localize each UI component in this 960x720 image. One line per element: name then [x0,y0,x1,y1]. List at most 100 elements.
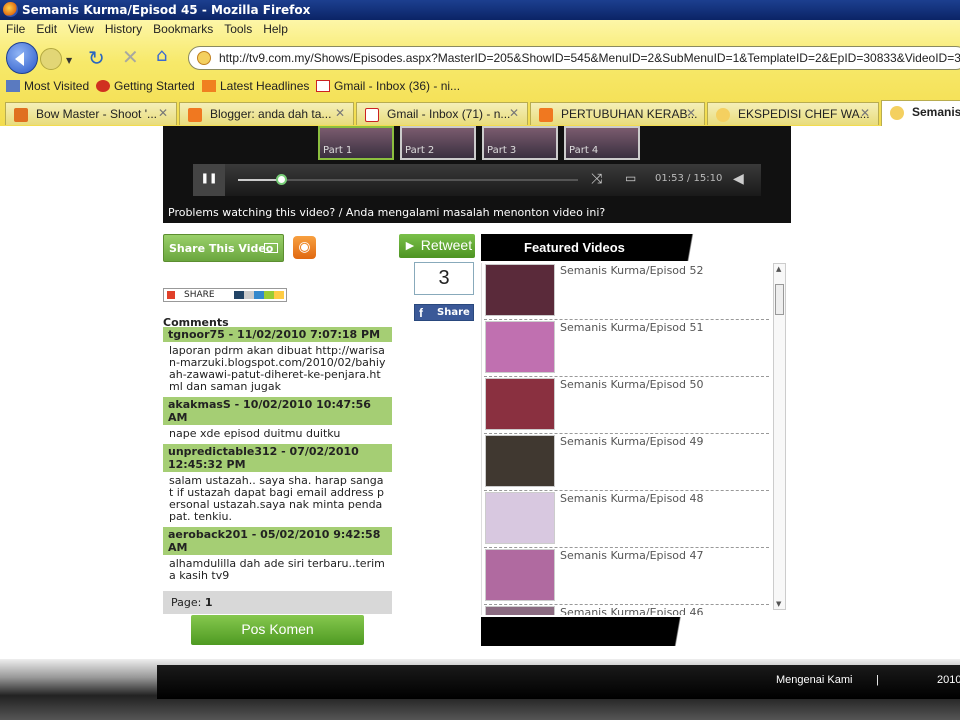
addthis-share-button[interactable]: SHARE [163,288,287,302]
close-tab-icon[interactable]: ✕ [509,106,519,120]
scroll-down-icon[interactable]: ▼ [776,600,781,608]
comment-header: tgnoor75 - 11/02/2010 7:07:18 PM [163,327,392,342]
envelope-icon [264,243,278,253]
back-button[interactable] [6,42,38,74]
close-tab-icon[interactable]: ✕ [158,106,168,120]
comment-header: aeroback201 - 05/02/2010 9:42:58 AM [163,527,392,555]
footer-separator: | [876,674,879,686]
featured-video-item[interactable]: Semanis Kurma/Episod 51 [484,320,769,377]
featured-video-thumbnail[interactable] [485,321,555,373]
featured-video-title[interactable]: Semanis Kurma/Episod 47 [560,549,704,562]
featured-video-title[interactable]: Semanis Kurma/Episod 48 [560,492,704,505]
comments-pager: Page: 1 [163,591,392,614]
menu-tools[interactable]: Tools [218,20,257,36]
pause-icon[interactable]: ❚❚ [193,164,225,196]
bookmark-gmail[interactable]: Gmail - Inbox (36) - ni... [316,79,460,93]
gmail-icon [316,80,330,92]
comments-list: tgnoor75 - 11/02/2010 7:07:18 PM laporan… [163,327,392,586]
social-icons-strip [234,291,284,299]
comment-header: unpredictable312 - 07/02/2010 12:45:32 P… [163,444,392,472]
bookmark-latest-headlines[interactable]: Latest Headlines [202,79,309,93]
featured-video-thumbnail[interactable] [485,378,555,430]
forward-button[interactable] [40,48,62,70]
rss-icon[interactable]: ◉ [293,236,316,259]
featured-video-title[interactable]: Semanis Kurma/Episod 50 [560,378,704,391]
menu-edit[interactable]: Edit [30,20,62,36]
site-favicon-icon [197,51,211,65]
home-icon[interactable]: ⌂ [156,45,167,66]
menu-view[interactable]: View [62,20,99,36]
featured-scrollbar[interactable]: ▲ ▼ [773,263,786,610]
retweet-button[interactable]: ► Retweet [399,234,475,258]
share-video-button[interactable]: Share This Video [163,234,284,262]
footer-year: 2010 [937,674,960,686]
url-bar[interactable]: http://tv9.com.my/Shows/Episodes.aspx?Ma… [188,46,960,70]
featured-video-item[interactable]: Semanis Kurma/Episod 50 [484,377,769,434]
bookmark-most-visited[interactable]: Most Visited [6,79,89,93]
scroll-thumb[interactable] [775,284,784,315]
reload-icon[interactable]: ↻ [88,46,105,70]
popout-icon[interactable]: ▭ [625,171,636,185]
part-2-thumbnail[interactable]: Part 2 [400,126,476,160]
facebook-share-button[interactable]: f Share [414,304,474,321]
video-problem-link[interactable]: Problems watching this video? / Anda men… [168,206,605,219]
featured-video-thumbnail[interactable] [485,264,555,316]
blogger-icon [188,108,202,122]
tab-pertubuhan[interactable]: PERTUBUHAN KERAB... ✕ [530,102,705,125]
featured-videos-title: Featured Videos [481,234,791,261]
menu-bookmarks[interactable]: Bookmarks [147,20,218,36]
video-controls: ❚❚ ⤨ ▭ 01:53 / 15:10 ◀ [193,164,761,196]
featured-video-item[interactable]: Semanis Kurma/Episod 49 [484,434,769,491]
window-title-bar: Semanis Kurma/Episod 45 - Mozilla Firefo… [0,0,960,20]
featured-video-thumbnail[interactable] [485,606,555,615]
close-tab-icon[interactable]: ✕ [335,106,345,120]
tab-bow-master[interactable]: Bow Master - Shoot '... ✕ [5,102,177,125]
featured-videos-panel: Featured Videos Semanis Kurma/Episod 52 S… [481,234,791,646]
tab-blogger[interactable]: Blogger: anda dah ta... ✕ [179,102,354,125]
featured-video-item[interactable]: Semanis Kurma/Episod 47 [484,548,769,605]
featured-video-title[interactable]: Semanis Kurma/Episod 51 [560,321,704,334]
featured-video-thumbnail[interactable] [485,492,555,544]
page-number[interactable]: 1 [205,596,213,609]
close-tab-icon[interactable]: ✕ [860,106,870,120]
seek-handle[interactable] [275,174,287,185]
tab-gmail[interactable]: Gmail - Inbox (71) - n... ✕ [356,102,528,125]
about-us-link[interactable]: Mengenai Kami [776,674,852,686]
stop-icon[interactable]: ✕ [122,45,139,69]
menu-help[interactable]: Help [257,20,293,36]
featured-video-title[interactable]: Semanis Kurma/Episod 46 [560,606,704,615]
featured-videos-list: Semanis Kurma/Episod 52 Semanis Kurma/Epi… [481,263,771,615]
firefox-icon [3,2,18,17]
featured-video-title[interactable]: Semanis Kurma/Episod 52 [560,264,704,277]
facebook-icon: f [419,306,423,320]
bookmark-getting-started[interactable]: Getting Started [96,79,195,93]
post-comment-button[interactable]: Pos Komen [191,615,364,645]
menu-file[interactable]: File [0,20,30,36]
tab-strip: Bow Master - Shoot '... ✕ Blogger: anda d… [0,100,960,126]
volume-icon[interactable]: ◀ [733,171,744,187]
featured-video-item[interactable]: Semanis Kurma/Episod 48 [484,491,769,548]
featured-video-item[interactable]: Semanis Kurma/Episod 52 [484,263,769,320]
scroll-up-icon[interactable]: ▲ [776,265,781,273]
seek-bar[interactable] [238,179,578,181]
featured-video-thumbnail[interactable] [485,435,555,487]
part-1-thumbnail[interactable]: Part 1 [318,126,394,160]
browser-chrome: File Edit View History Bookmarks Tools Help ▼ … [0,20,960,126]
featured-video-thumbnail[interactable] [485,549,555,601]
blogger-icon [539,108,553,122]
navigation-toolbar: ▼ ↻ ✕ ⌂ http://tv9.com.my/Shows/Episodes… [0,40,960,76]
bookmarks-toolbar: Most Visited Getting Started Latest Head… [0,76,960,98]
window-title: Semanis Kurma/Episod 45 - Mozilla Firefo… [22,3,311,17]
history-dropdown-icon[interactable]: ▼ [66,56,72,65]
menu-history[interactable]: History [99,20,147,36]
featured-video-title[interactable]: Semanis Kurma/Episod 49 [560,435,704,448]
tab-ekspedisi[interactable]: EKSPEDISI CHEF WA... ✕ [707,102,879,125]
firefox-bookmark-icon [96,80,110,92]
part-3-thumbnail[interactable]: Part 3 [482,126,558,160]
shuffle-icon[interactable]: ⤨ [591,171,602,187]
tab-favicon-icon [890,106,904,120]
tab-semanis-active[interactable]: Semanis K [881,100,960,126]
close-tab-icon[interactable]: ✕ [686,106,696,120]
featured-video-item[interactable]: Semanis Kurma/Episod 46 [484,605,769,615]
part-4-thumbnail[interactable]: Part 4 [564,126,640,160]
